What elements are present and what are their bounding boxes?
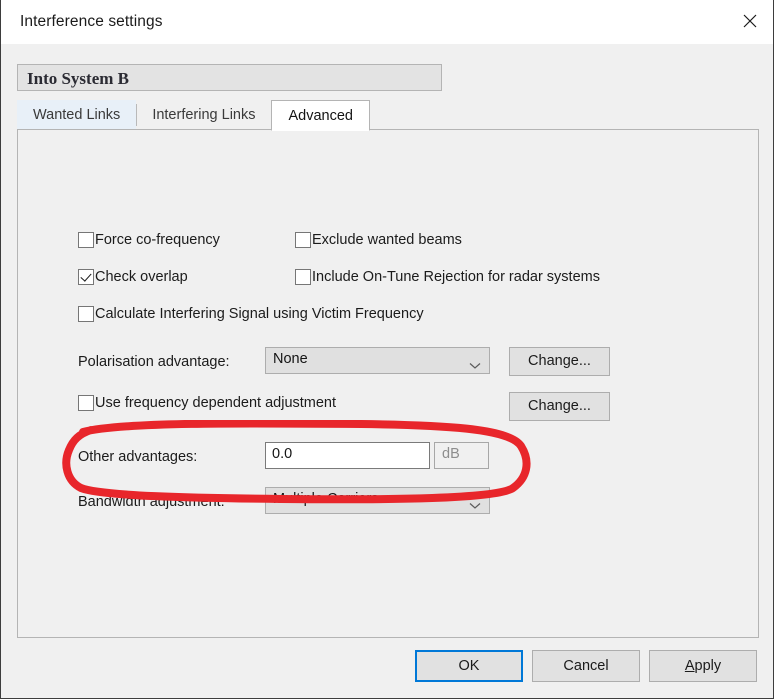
checkbox-box-force-co-frequency[interactable] <box>78 232 94 248</box>
polarisation-advantage-label: Polarisation advantage: <box>78 354 230 370</box>
tab-wanted-links[interactable]: Wanted Links <box>17 100 137 130</box>
polarisation-advantage-dropdown[interactable]: None <box>265 347 490 374</box>
checkbox-label-calculate-interfering-signal: Calculate Interfering Signal using Victi… <box>95 306 424 322</box>
apply-button[interactable]: Apply <box>649 650 757 682</box>
other-advantages-label: Other advantages: <box>78 449 198 465</box>
polarisation-advantage-value: None <box>273 351 308 367</box>
chevron-down-icon <box>469 497 481 515</box>
cancel-button-label: Cancel <box>563 658 609 674</box>
polarisation-change-button[interactable]: Change... <box>509 347 610 376</box>
checkbox-box-check-overlap[interactable] <box>78 269 94 285</box>
checkbox-check-overlap[interactable]: Check overlap <box>78 267 188 287</box>
checkbox-include-on-tune-rejection[interactable]: Include On-Tune Rejection for radar syst… <box>295 267 600 287</box>
checkbox-box-use-frequency-dependent-adjustment[interactable] <box>78 395 94 411</box>
cancel-button[interactable]: Cancel <box>532 650 640 682</box>
tab-interfering-links[interactable]: Interfering Links <box>136 100 271 130</box>
apply-button-label: pply <box>694 658 722 674</box>
system-group-label: Into System B <box>27 69 130 88</box>
ok-button-label: OK <box>458 658 480 674</box>
ok-button[interactable]: OK <box>415 650 523 682</box>
checkbox-force-co-frequency[interactable]: Force co-frequency <box>78 230 220 250</box>
system-group-header: Into System B <box>17 64 442 91</box>
checkbox-box-include-on-tune-rejection[interactable] <box>295 269 311 285</box>
bandwidth-adjustment-dropdown[interactable]: Multiple Carriers <box>265 487 490 514</box>
close-icon[interactable] <box>727 0 773 42</box>
bandwidth-adjustment-label: Bandwidth adjustment: <box>78 494 225 510</box>
checkbox-label-check-overlap: Check overlap <box>95 269 188 285</box>
other-advantages-input[interactable]: 0.0 <box>265 442 430 469</box>
dialog-body: Into System B Wanted Links Interfering L… <box>1 44 773 698</box>
checkbox-use-frequency-dependent-adjustment[interactable]: Use frequency dependent adjustment <box>78 393 336 413</box>
apply-button-accelerator: A <box>684 658 695 674</box>
advanced-form: Force co-frequency Exclude wanted beams … <box>18 130 758 637</box>
title-bar: Interference settings <box>1 0 773 45</box>
other-advantages-unit-label: dB <box>442 446 460 462</box>
window-title: Interference settings <box>20 13 163 30</box>
checkbox-box-exclude-wanted-beams[interactable] <box>295 232 311 248</box>
frequency-dependent-change-button[interactable]: Change... <box>509 392 610 421</box>
chevron-down-icon <box>469 357 481 375</box>
tab-wanted-links-label: Wanted Links <box>33 107 121 123</box>
interference-settings-dialog: Interference settings Into System B Want… <box>0 0 774 699</box>
checkbox-exclude-wanted-beams[interactable]: Exclude wanted beams <box>295 230 462 250</box>
checkbox-label-use-frequency-dependent-adjustment: Use frequency dependent adjustment <box>95 395 337 411</box>
other-advantages-unit: dB <box>434 442 489 469</box>
tab-strip: Wanted Links Interfering Links Advanced <box>17 100 370 131</box>
tab-advanced-label: Advanced <box>288 107 353 124</box>
bandwidth-adjustment-value: Multiple Carriers <box>273 491 379 507</box>
tab-interfering-links-label: Interfering Links <box>152 107 256 123</box>
checkbox-calculate-interfering-signal[interactable]: Calculate Interfering Signal using Victi… <box>78 304 424 324</box>
tab-advanced[interactable]: Advanced <box>271 100 370 131</box>
other-advantages-value: 0.0 <box>272 446 293 462</box>
advanced-tab-panel: Force co-frequency Exclude wanted beams … <box>17 129 759 638</box>
checkbox-label-force-co-frequency: Force co-frequency <box>95 232 220 248</box>
checkbox-label-exclude-wanted-beams: Exclude wanted beams <box>312 232 462 248</box>
checkbox-label-include-on-tune-rejection: Include On-Tune Rejection for radar syst… <box>312 269 600 285</box>
checkbox-box-calculate-interfering-signal[interactable] <box>78 306 94 322</box>
